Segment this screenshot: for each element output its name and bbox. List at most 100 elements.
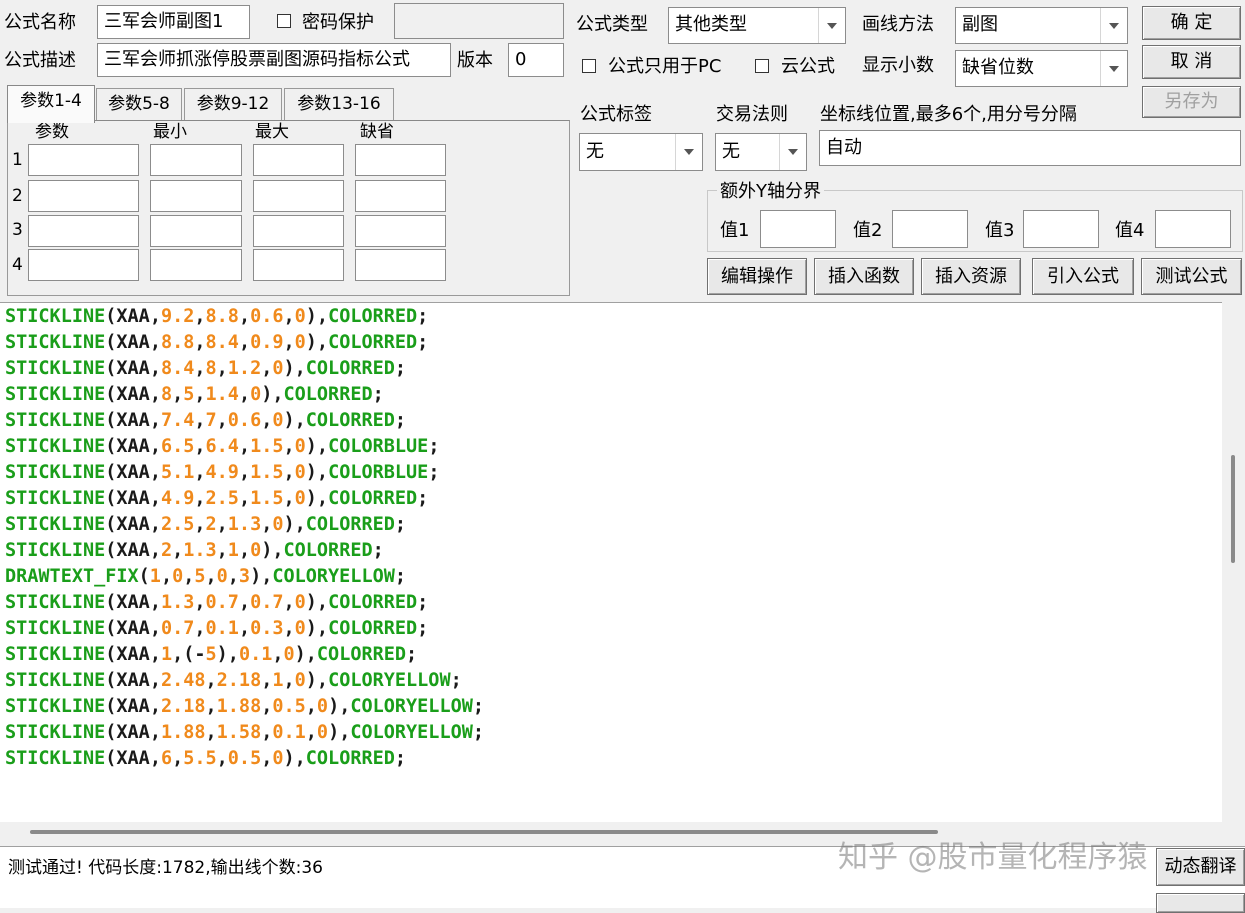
tab-params-9-12[interactable]: 参数9-12	[184, 88, 282, 120]
param-max-input[interactable]	[253, 249, 344, 281]
param-default-input[interactable]	[355, 144, 446, 176]
save-as-button[interactable]: 另存为	[1142, 86, 1241, 118]
yaxis-value1-label: 值1	[720, 220, 750, 241]
horizontal-scrollbar-thumb[interactable]	[30, 830, 938, 834]
formula-desc-input[interactable]: 三军会师抓涨停股票副图源码指标公式	[97, 43, 451, 77]
param-min-input[interactable]	[150, 144, 242, 176]
tab-params-13-16[interactable]: 参数13-16	[284, 88, 394, 120]
chevron-down-icon[interactable]	[1100, 8, 1127, 43]
password-label: 密码保护	[302, 12, 374, 33]
yaxis-value1-input[interactable]	[760, 210, 836, 248]
cancel-button[interactable]: 取 消	[1142, 45, 1241, 79]
chevron-down-icon[interactable]	[1100, 51, 1127, 86]
code-line[interactable]: STICKLINE(XAA,0.7,0.1,0.3,0),COLORRED;	[5, 616, 484, 642]
axis-position-input[interactable]: 自动	[819, 130, 1241, 166]
formula-type-label: 公式类型	[576, 14, 648, 35]
code-line[interactable]: STICKLINE(XAA,7.4,7,0.6,0),COLORRED;	[5, 408, 484, 434]
watermark: 知乎 @股市量化程序猿	[838, 840, 1148, 875]
code-line[interactable]: STICKLINE(XAA,1.3,0.7,0.7,0),COLORRED;	[5, 590, 484, 616]
code-line[interactable]: STICKLINE(XAA,2.5,2,1.3,0),COLORRED;	[5, 512, 484, 538]
insert-function-button[interactable]: 插入函数	[814, 258, 914, 295]
param-default-input[interactable]	[355, 215, 446, 247]
password-checkbox[interactable]	[277, 14, 291, 28]
tab-params-5-8[interactable]: 参数5-8	[96, 88, 182, 120]
code-line[interactable]: STICKLINE(XAA,2,1.3,1,0),COLORRED;	[5, 538, 484, 564]
draw-method-select[interactable]: 副图	[955, 7, 1128, 44]
code-line[interactable]: STICKLINE(XAA,6,5.5,0.5,0),COLORRED;	[5, 746, 484, 772]
tag-value: 无	[586, 141, 604, 162]
trade-rule-label: 交易法则	[716, 104, 788, 125]
tab-params-1-4[interactable]: 参数1-4	[7, 85, 95, 123]
test-formula-button[interactable]: 测试公式	[1141, 258, 1242, 295]
pc-only-checkbox[interactable]	[582, 59, 596, 73]
code-line[interactable]: STICKLINE(XAA,6.5,6.4,1.5,0),COLORBLUE;	[5, 434, 484, 460]
code-line[interactable]: STICKLINE(XAA,4.9,2.5,1.5,0),COLORRED;	[5, 486, 484, 512]
param-default-input[interactable]	[355, 180, 446, 212]
code-line[interactable]: STICKLINE(XAA,1,(-5),0.1,0),COLORRED;	[5, 642, 484, 668]
param-name-input[interactable]	[28, 144, 139, 176]
code-line[interactable]: STICKLINE(XAA,9.2,8.8,0.6,0),COLORRED;	[5, 304, 484, 330]
yaxis-group-label: 额外Y轴分界	[717, 181, 824, 203]
edit-operation-button[interactable]: 编辑操作	[707, 258, 807, 295]
draw-method-label: 画线方法	[862, 14, 934, 35]
draw-method-value: 副图	[962, 14, 998, 35]
code-line[interactable]: DRAWTEXT_FIX(1,0,5,0,3),COLORYELLOW;	[5, 564, 484, 590]
trade-rule-select[interactable]: 无	[715, 133, 807, 171]
formula-type-select[interactable]: 其他类型	[668, 7, 846, 44]
extra-button[interactable]	[1156, 893, 1245, 913]
code-line[interactable]: STICKLINE(XAA,8,5,1.4,0),COLORRED;	[5, 382, 484, 408]
param-min-input[interactable]	[150, 249, 242, 281]
yaxis-value2-input[interactable]	[892, 210, 968, 248]
param-row-number: 2	[12, 186, 23, 206]
param-max-input[interactable]	[253, 144, 344, 176]
code-line[interactable]: STICKLINE(XAA,1.88,1.58,0.1,0),COLORYELL…	[5, 720, 484, 746]
pc-only-label: 公式只用于PC	[608, 56, 722, 77]
param-name-input[interactable]	[28, 180, 139, 212]
yaxis-value3-input[interactable]	[1023, 210, 1099, 248]
chevron-down-icon[interactable]	[779, 134, 806, 170]
param-max-input[interactable]	[253, 180, 344, 212]
chevron-down-icon[interactable]	[675, 134, 702, 170]
param-col-max: 最大	[255, 122, 289, 142]
password-input[interactable]	[394, 3, 564, 39]
code-line[interactable]: STICKLINE(XAA,8.8,8.4,0.9,0),COLORRED;	[5, 330, 484, 356]
param-col-min: 最小	[153, 122, 187, 142]
yaxis-value4-label: 值4	[1115, 220, 1145, 241]
param-col-name: 参数	[35, 122, 69, 142]
code-line[interactable]: STICKLINE(XAA,2.48,2.18,1,0),COLORYELLOW…	[5, 668, 484, 694]
formula-type-value: 其他类型	[675, 14, 747, 35]
cloud-checkbox[interactable]	[755, 59, 769, 73]
code-line[interactable]: STICKLINE(XAA,8.4,8,1.2,0),COLORRED;	[5, 356, 484, 382]
version-input[interactable]: 0	[508, 43, 564, 77]
param-max-input[interactable]	[253, 215, 344, 247]
param-col-default: 缺省	[360, 122, 394, 142]
insert-resource-button[interactable]: 插入资源	[921, 258, 1021, 295]
formula-name-input[interactable]: 三军会师副图1	[97, 5, 250, 39]
param-name-input[interactable]	[28, 249, 139, 281]
status-message: 测试通过! 代码长度:1782,输出线个数:36	[8, 858, 323, 878]
param-row-number: 3	[12, 220, 23, 240]
tag-select[interactable]: 无	[579, 133, 703, 171]
param-row-number: 4	[12, 255, 23, 275]
axis-position-label: 坐标线位置,最多6个,用分号分隔	[820, 104, 1077, 125]
param-name-input[interactable]	[28, 215, 139, 247]
code-line[interactable]: STICKLINE(XAA,5.1,4.9,1.5,0),COLORBLUE;	[5, 460, 484, 486]
trade-rule-value: 无	[722, 141, 740, 162]
import-formula-button[interactable]: 引入公式	[1032, 258, 1134, 295]
vertical-scrollbar-thumb[interactable]	[1231, 455, 1235, 563]
cloud-label: 云公式	[781, 56, 835, 77]
param-min-input[interactable]	[150, 180, 242, 212]
chevron-down-icon[interactable]	[818, 8, 845, 43]
code-editor[interactable]: STICKLINE(XAA,9.2,8.8,0.6,0),COLORRED; ST…	[0, 302, 1245, 823]
yaxis-value4-input[interactable]	[1155, 210, 1231, 248]
code-line[interactable]: STICKLINE(XAA,2.18,1.88,0.5,0),COLORYELL…	[5, 694, 484, 720]
tag-label: 公式标签	[580, 104, 652, 125]
ok-button[interactable]: 确 定	[1142, 6, 1241, 40]
decimals-select[interactable]: 缺省位数	[955, 50, 1128, 87]
param-default-input[interactable]	[355, 249, 446, 281]
translate-button[interactable]: 动态翻译	[1156, 848, 1245, 886]
param-row-number: 1	[12, 150, 23, 170]
param-min-input[interactable]	[150, 215, 242, 247]
code-text[interactable]: STICKLINE(XAA,9.2,8.8,0.6,0),COLORRED; ST…	[5, 304, 484, 772]
decimals-label: 显示小数	[862, 55, 934, 76]
